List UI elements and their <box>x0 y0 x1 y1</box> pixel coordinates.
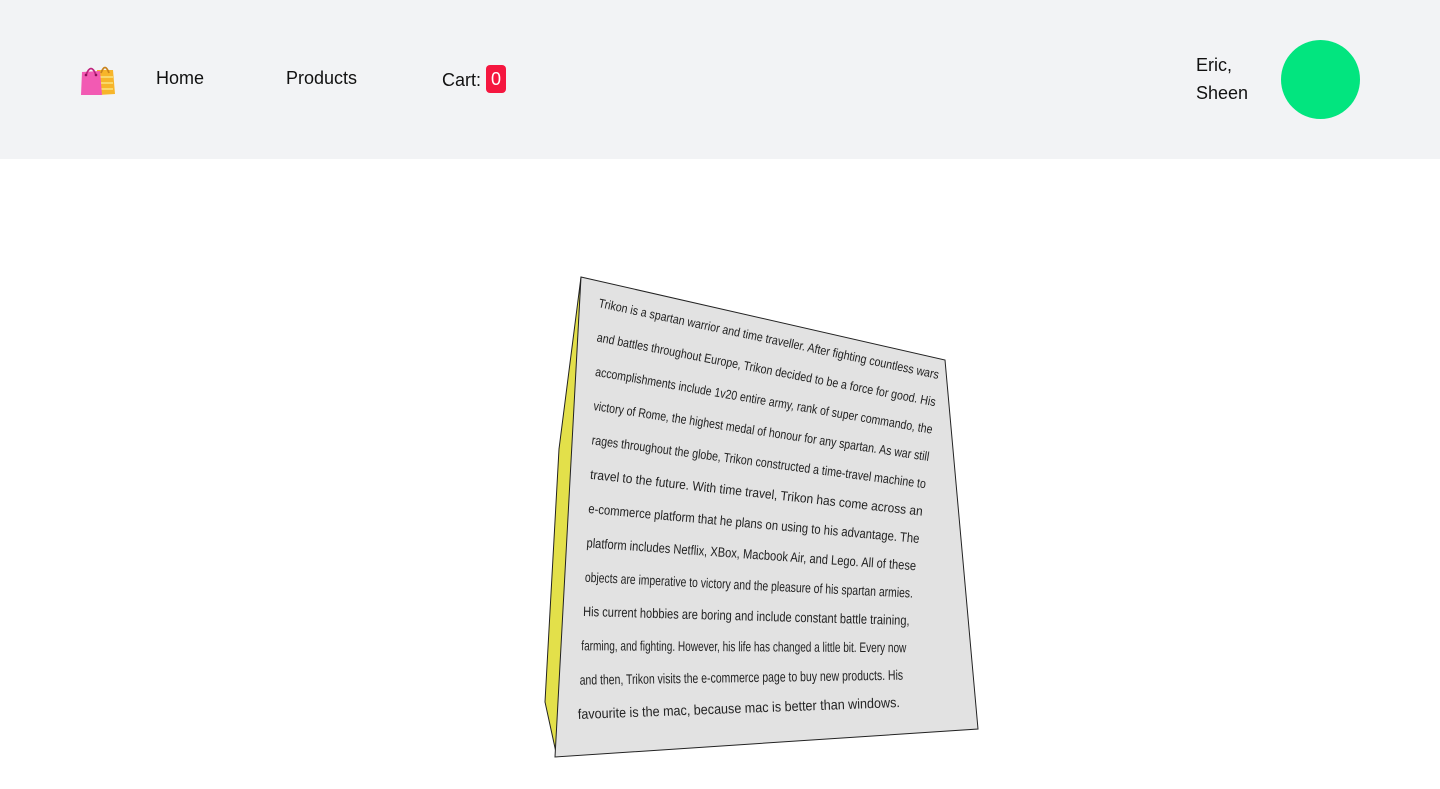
user-name: Eric, Sheen <box>1196 51 1266 107</box>
card-scene: Trikon is a spartan warrior and time tra… <box>0 159 1440 789</box>
top-navbar: Home Products Cart: 0 Eric, Sheen <box>0 0 1440 159</box>
cart-label: Cart: <box>442 69 482 90</box>
user-last-name: Sheen <box>1196 83 1249 103</box>
shopping-bags-icon[interactable] <box>80 60 116 96</box>
nav-cart-link[interactable]: Cart: 0 <box>442 65 507 93</box>
avatar[interactable] <box>1281 40 1360 119</box>
card-3d: Trikon is a spartan warrior and time tra… <box>544 276 979 758</box>
card-text-line: farming, and fighting. However, his life… <box>581 638 906 655</box>
nav-products-link[interactable]: Products <box>286 66 357 90</box>
user-first-name: Eric, <box>1196 55 1232 75</box>
cart-count-badge: 0 <box>486 65 507 93</box>
nav-home-link[interactable]: Home <box>156 66 204 90</box>
